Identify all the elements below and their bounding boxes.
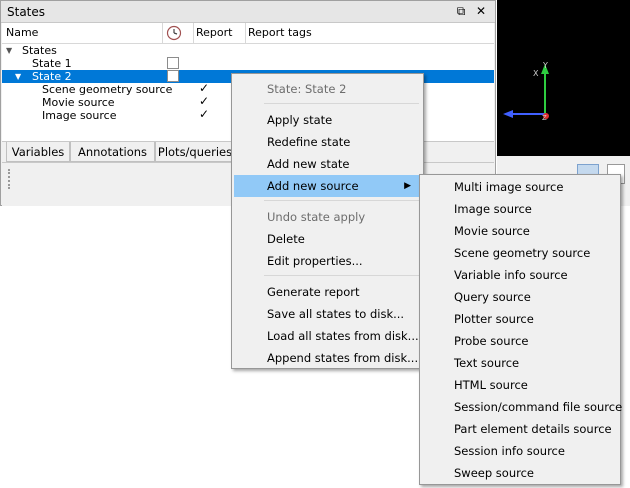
z-axis-label: Z	[542, 114, 547, 122]
menu-item-edit-properties[interactable]: Edit properties...	[234, 250, 421, 272]
tree-item-label: Image source	[42, 109, 117, 122]
menu-item-load-all-states[interactable]: Load all states from disk...	[234, 325, 421, 347]
tree-header: Name Report Report tags	[2, 23, 494, 44]
panel-title-bar: States ⧉ ✕	[1, 1, 495, 23]
column-report[interactable]: Report	[196, 26, 232, 39]
tree-item-label: States	[22, 44, 57, 57]
tab-plots-queries[interactable]: Plots/queries	[155, 142, 235, 162]
y-axis-label: Y	[542, 61, 548, 70]
submenu-item-variable-info-source[interactable]: Variable info source	[422, 264, 618, 286]
menu-header: State: State 2	[267, 82, 347, 96]
menu-item-redefine-state[interactable]: Redefine state	[234, 131, 421, 153]
submenu-item-plotter-source[interactable]: Plotter source	[422, 308, 618, 330]
close-panel-icon[interactable]: ✕	[473, 3, 489, 19]
x-axis-arrow	[503, 110, 513, 118]
tree-row-state-1[interactable]: State 1	[2, 57, 494, 70]
add-new-source-submenu: Multi image source Image source Movie so…	[419, 174, 622, 485]
menu-item-apply-state[interactable]: Apply state	[234, 109, 421, 131]
submenu-arrow-icon: ▶	[404, 181, 411, 191]
graphics-viewport[interactable]: Y X Z	[497, 0, 630, 156]
axis-triad: Y X Z	[503, 61, 549, 122]
submenu-item-session-command-file-source[interactable]: Session/command file source	[422, 396, 622, 418]
tree-item-label: State 1	[32, 57, 72, 70]
submenu-item-html-source[interactable]: HTML source	[422, 374, 618, 396]
menu-item-append-states[interactable]: Append states from disk...	[234, 347, 421, 369]
submenu-item-multi-image-source[interactable]: Multi image source	[422, 176, 618, 198]
submenu-item-image-source[interactable]: Image source	[422, 198, 618, 220]
column-name[interactable]: Name	[6, 26, 38, 39]
tab-variables[interactable]: Variables	[6, 142, 70, 162]
report-checkmark-icon[interactable]: ✓	[199, 108, 209, 121]
tree-item-label: State 2	[32, 70, 72, 83]
tree-item-label: Scene geometry source	[42, 83, 173, 96]
tree-row-states[interactable]: ▼ States	[2, 44, 494, 57]
menu-item-generate-report[interactable]: Generate report	[234, 281, 421, 303]
submenu-item-movie-source[interactable]: Movie source	[422, 220, 618, 242]
x-axis-label: X	[533, 69, 539, 78]
submenu-item-sweep-source[interactable]: Sweep source	[422, 462, 618, 484]
float-panel-icon[interactable]: ⧉	[453, 3, 469, 19]
toolbar-grip[interactable]	[8, 169, 12, 189]
menu-item-save-all-states[interactable]: Save all states to disk...	[234, 303, 421, 325]
column-report-tags[interactable]: Report tags	[248, 26, 312, 39]
context-menu: State: State 2 Apply state Redefine stat…	[231, 73, 424, 369]
menu-item-undo-state-apply[interactable]: Undo state apply	[234, 206, 421, 228]
menu-item-add-new-state[interactable]: Add new state	[234, 153, 421, 175]
clock-icon[interactable]	[166, 25, 182, 44]
menu-item-add-new-source[interactable]: Add new source ▶	[234, 175, 421, 197]
submenu-item-text-source[interactable]: Text source	[422, 352, 618, 374]
submenu-item-probe-source[interactable]: Probe source	[422, 330, 618, 352]
clock-checkbox[interactable]	[167, 70, 179, 82]
menu-item-delete[interactable]: Delete	[234, 228, 421, 250]
tab-annotations[interactable]: Annotations	[70, 142, 155, 162]
submenu-item-scene-geometry-source[interactable]: Scene geometry source	[422, 242, 618, 264]
submenu-item-part-element-details-source[interactable]: Part element details source	[422, 418, 618, 440]
clock-checkbox[interactable]	[167, 57, 179, 69]
expand-arrow-icon[interactable]: ▼	[15, 70, 21, 83]
expand-arrow-icon[interactable]: ▼	[6, 44, 12, 57]
tree-item-label: Movie source	[42, 96, 115, 109]
panel-title: States	[7, 5, 46, 19]
submenu-item-query-source[interactable]: Query source	[422, 286, 618, 308]
submenu-item-session-info-source[interactable]: Session info source	[422, 440, 618, 462]
